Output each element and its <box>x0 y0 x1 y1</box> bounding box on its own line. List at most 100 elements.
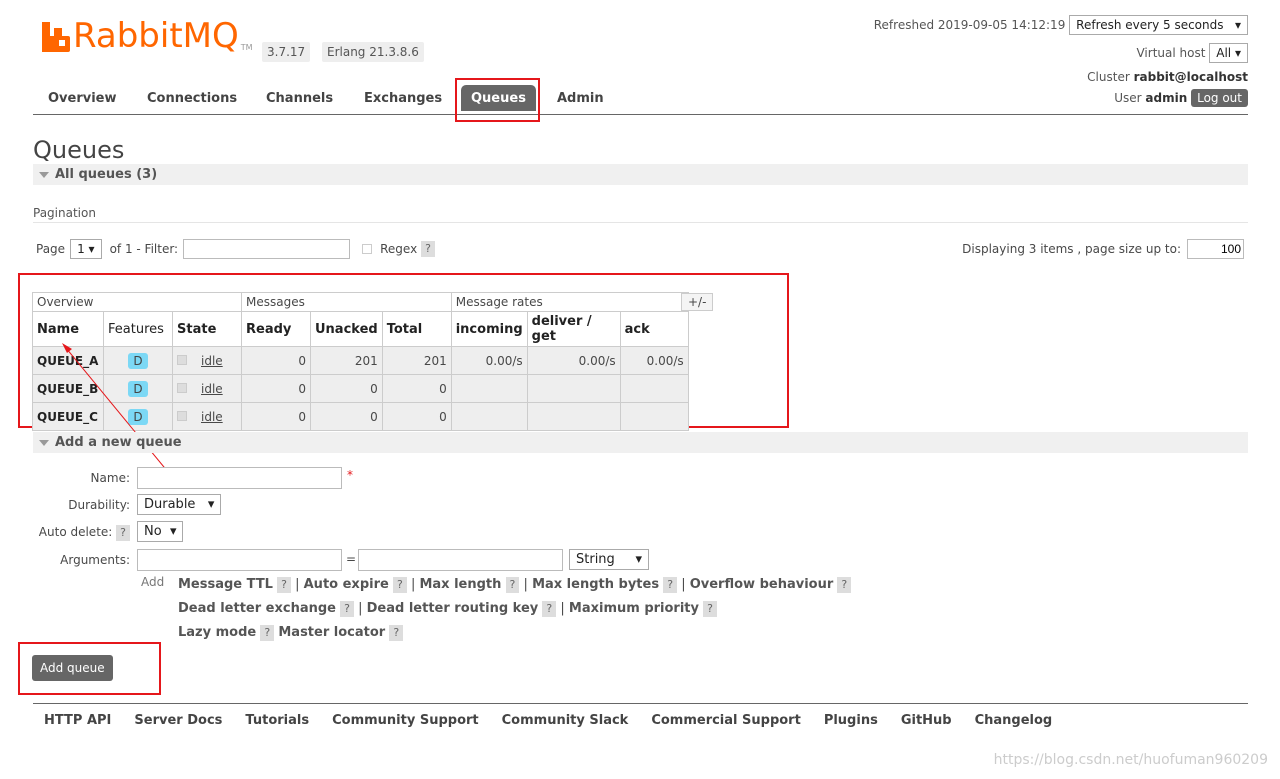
argument-type-select[interactable]: String ▾ <box>569 549 649 570</box>
group-header-messages: Messages <box>241 292 452 312</box>
page-size-input[interactable] <box>1187 239 1244 259</box>
regex-checkbox[interactable] <box>362 244 373 254</box>
add-queue-section[interactable]: Add a new queue <box>33 432 1248 453</box>
queue-name-input[interactable] <box>137 467 342 489</box>
tab-overview[interactable]: Overview <box>48 91 117 106</box>
total-count: 0 <box>381 374 452 403</box>
refreshed-label: Refreshed 2019-09-05 14:12:19 <box>873 18 1066 32</box>
tab-exchanges[interactable]: Exchanges <box>364 91 442 106</box>
columns-toggle-button[interactable]: +/- <box>681 293 714 311</box>
regex-help[interactable]: ? <box>421 241 436 257</box>
tab-admin[interactable]: Admin <box>557 91 604 106</box>
pagination-divider <box>33 222 1248 223</box>
arg-dead-letter-exchange[interactable]: Dead letter exchange <box>178 601 336 616</box>
arg-message-ttl[interactable]: Message TTL <box>178 577 273 592</box>
tab-connections[interactable]: Connections <box>147 91 237 106</box>
arg-maximum-priority[interactable]: Maximum priority <box>569 601 699 616</box>
col-deliver-get[interactable]: deliver / get <box>526 311 621 347</box>
footer-link-changelog[interactable]: Changelog <box>975 713 1053 728</box>
auto-delete-help[interactable]: ? <box>116 525 130 541</box>
help-icon[interactable]: ? <box>389 625 404 641</box>
col-total[interactable]: Total <box>381 311 452 347</box>
filter-input[interactable] <box>183 239 351 259</box>
state-idle: idle <box>201 353 223 368</box>
durability-select[interactable]: Durable ▾ <box>137 494 222 515</box>
cluster-row: Cluster rabbit@localhost <box>1087 70 1248 84</box>
help-icon[interactable]: ? <box>277 577 291 593</box>
cluster-label: Cluster <box>1087 70 1130 84</box>
footer-link-community-slack[interactable]: Community Slack <box>502 713 629 728</box>
user-row: User admin Log out <box>1114 89 1248 107</box>
nav-underline <box>33 114 1248 115</box>
cluster-value: rabbit@localhost <box>1133 70 1248 84</box>
user-value: admin <box>1145 91 1188 105</box>
help-icon[interactable]: ? <box>505 577 520 593</box>
separator: | <box>523 577 528 592</box>
all-queues-section[interactable]: All queues (3) <box>33 164 1248 185</box>
col-incoming[interactable]: incoming <box>450 311 528 347</box>
page-label: Page <box>36 242 66 256</box>
arg-overflow-behaviour[interactable]: Overflow behaviour <box>690 577 834 592</box>
argument-value-input[interactable] <box>358 549 563 571</box>
footer-link-plugins[interactable]: Plugins <box>824 713 878 728</box>
name-label: Name: <box>90 471 130 485</box>
separator: | <box>560 601 565 616</box>
col-ready[interactable]: Ready <box>241 311 311 347</box>
logout-button[interactable]: Log out <box>1191 89 1248 107</box>
arg-auto-expire[interactable]: Auto expire <box>304 577 389 592</box>
required-marker: * <box>347 468 353 482</box>
version-badge: 3.7.17 <box>262 42 311 62</box>
arg-dead-letter-routing-key[interactable]: Dead letter routing key <box>367 601 539 616</box>
page-title: Queues <box>33 136 125 164</box>
incoming-rate <box>450 374 528 403</box>
footer-link-tutorials[interactable]: Tutorials <box>245 713 309 728</box>
pagination-label: Pagination <box>33 206 96 220</box>
state-idle: idle <box>201 409 223 424</box>
footer-divider <box>33 703 1248 704</box>
unacked-count: 0 <box>310 374 383 403</box>
ack-rate <box>619 402 689 431</box>
auto-delete-label: Auto delete: <box>38 525 113 539</box>
help-icon[interactable]: ? <box>340 601 354 617</box>
help-icon[interactable]: ? <box>260 625 275 641</box>
state-idle: idle <box>201 381 223 396</box>
help-icon[interactable]: ? <box>703 601 717 617</box>
footer-link-community-support[interactable]: Community Support <box>332 713 479 728</box>
help-icon[interactable]: ? <box>837 577 852 593</box>
collapse-triangle-icon <box>39 439 49 446</box>
page-select[interactable]: 1 ▾ <box>70 239 102 259</box>
add-queue-button[interactable]: Add queue <box>32 655 113 681</box>
help-icon[interactable]: ? <box>392 577 407 593</box>
group-header-rates: Message rates <box>450 292 689 312</box>
arguments-label: Arguments: <box>60 553 130 567</box>
arg-max-length[interactable]: Max length <box>419 577 501 592</box>
arg-max-length-bytes[interactable]: Max length bytes <box>532 577 659 592</box>
add-argument-link[interactable]: Add <box>141 575 164 589</box>
chevron-down-icon: ▾ <box>1234 18 1241 32</box>
ready-count: 0 <box>241 346 311 375</box>
argument-key-input[interactable] <box>137 549 342 571</box>
annotation-arrow-icon <box>62 343 174 479</box>
ready-count: 0 <box>241 402 311 431</box>
vhost-select[interactable]: All ▾ <box>1209 43 1248 63</box>
deliver-rate: 0.00/s <box>526 346 621 375</box>
help-icon[interactable]: ? <box>663 577 678 593</box>
footer-link-http-api[interactable]: HTTP API <box>44 713 111 728</box>
refresh-select[interactable]: Refresh every 5 seconds ▾ <box>1069 15 1248 35</box>
auto-delete-select[interactable]: No ▾ <box>137 521 184 542</box>
argument-shortcuts-row-1: Message TTL ? | Auto expire ? | Max leng… <box>178 577 852 593</box>
arg-lazy-mode[interactable]: Lazy mode <box>178 625 256 640</box>
col-state[interactable]: State <box>172 311 242 347</box>
col-ack[interactable]: ack <box>619 311 689 347</box>
help-icon[interactable]: ? <box>542 601 557 617</box>
col-unacked[interactable]: Unacked <box>310 311 383 347</box>
vhost-label: Virtual host <box>1136 46 1206 60</box>
footer-link-github[interactable]: GitHub <box>901 713 952 728</box>
footer-link-server-docs[interactable]: Server Docs <box>134 713 222 728</box>
argument-shortcuts-row-3: Lazy mode ? Master locator ? <box>178 625 404 641</box>
tab-channels[interactable]: Channels <box>266 91 333 106</box>
footer-link-commercial-support[interactable]: Commercial Support <box>651 713 801 728</box>
arg-master-locator[interactable]: Master locator <box>278 625 385 640</box>
total-count: 0 <box>381 402 452 431</box>
regex-label: Regex <box>380 242 418 256</box>
